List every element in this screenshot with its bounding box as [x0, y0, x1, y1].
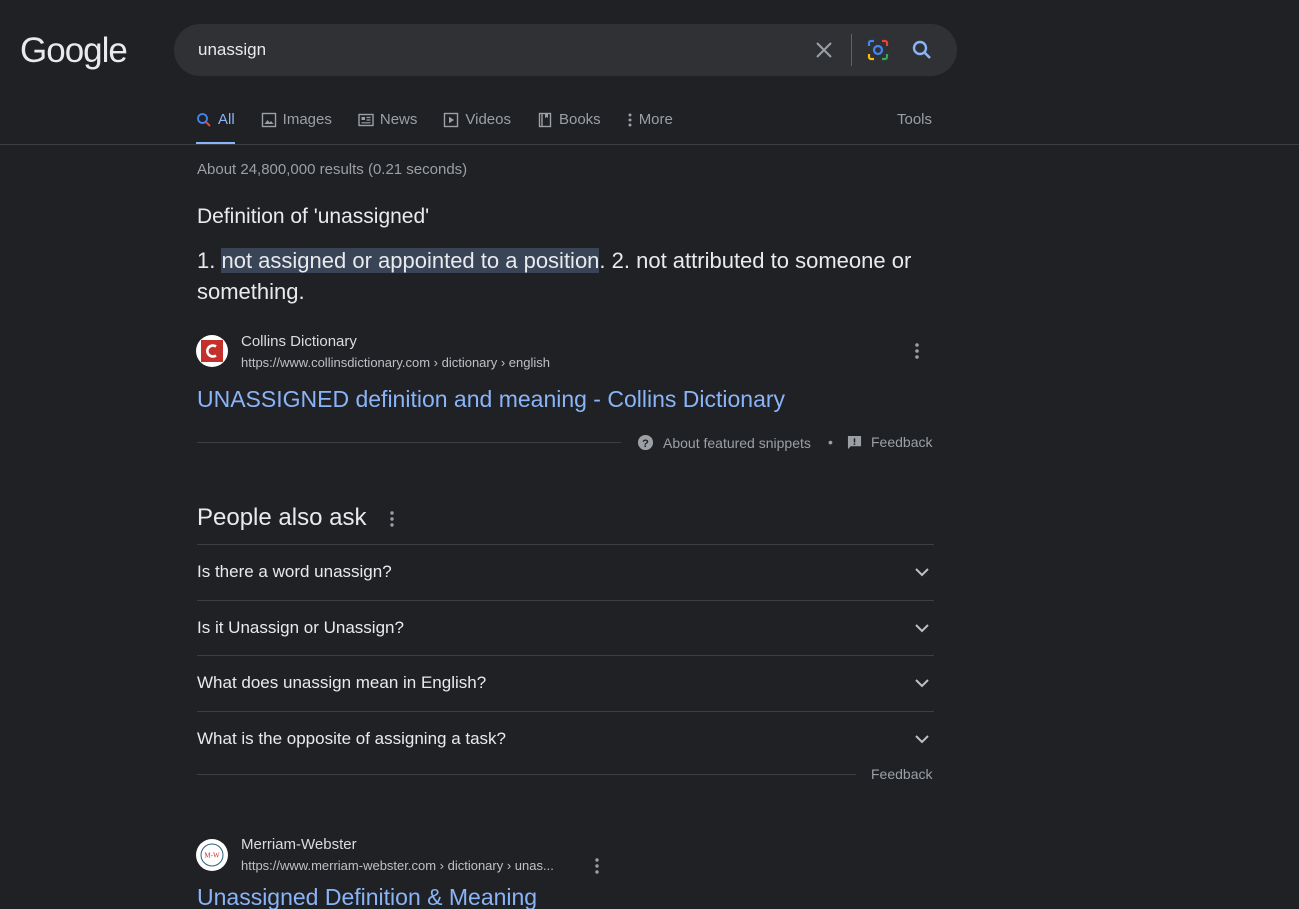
tools-button[interactable]: Tools: [897, 111, 932, 128]
paa-question-text: Is it Unassign or Unassign?: [197, 617, 404, 637]
search-icon: [197, 113, 211, 127]
chevron-down-icon: [915, 624, 929, 633]
more-vert-icon: [628, 113, 632, 127]
paa-question[interactable]: What does unassign mean in English?: [197, 655, 934, 711]
definition-prefix: 1.: [197, 248, 222, 273]
more-vert-icon[interactable]: [384, 509, 400, 529]
paa-feedback-link[interactable]: Feedback: [871, 766, 932, 782]
book-icon: [538, 112, 552, 128]
feedback-icon: [847, 435, 862, 449]
tab-books[interactable]: Books: [537, 105, 601, 145]
people-also-ask-list: Is there a word unassign? Is it Unassign…: [197, 544, 934, 766]
tab-label: Books: [558, 111, 601, 128]
news-icon: [358, 113, 374, 127]
tabs-divider: [0, 144, 1299, 145]
help-icon: ?: [637, 434, 654, 451]
separator-dot: •: [828, 434, 833, 450]
result-title-link[interactable]: UNASSIGNED definition and meaning - Coll…: [197, 386, 785, 413]
collins-logo-icon: [201, 340, 223, 362]
image-icon: [261, 112, 276, 128]
tab-label: Images: [282, 111, 332, 128]
paa-question-text: What does unassign mean in English?: [197, 673, 487, 693]
google-logo[interactable]: Google: [20, 31, 128, 71]
tab-all[interactable]: All: [196, 105, 235, 145]
chevron-down-icon: [915, 568, 929, 577]
snippet-divider: [197, 442, 621, 443]
people-also-ask-title: People also ask: [197, 504, 367, 531]
tab-label: News: [379, 111, 418, 128]
paa-question[interactable]: Is it Unassign or Unassign?: [197, 599, 934, 656]
tab-videos[interactable]: Videos: [443, 105, 511, 145]
feedback-label: Feedback: [871, 434, 933, 450]
search-divider: [851, 34, 852, 66]
tab-label: More: [638, 111, 673, 128]
collins-favicon[interactable]: [196, 335, 228, 367]
result-stats: About 24,800,000 results (0.21 seconds): [197, 161, 468, 178]
svg-text:?: ?: [642, 438, 649, 450]
merriam-webster-logo-icon: M-W: [200, 843, 224, 867]
more-vert-icon[interactable]: [908, 341, 926, 361]
mw-favicon-text: M-W: [204, 852, 220, 860]
search-input[interactable]: unassign: [198, 40, 266, 60]
tab-label: Videos: [465, 111, 511, 128]
more-vert-icon[interactable]: [589, 856, 605, 876]
source-url[interactable]: https://www.merriam-webster.com › dictio…: [241, 858, 554, 873]
paa-question[interactable]: Is there a word unassign?: [197, 544, 934, 600]
source-url[interactable]: https://www.collinsdictionary.com › dict…: [241, 355, 550, 370]
search-tabs: All Images News Videos Books More: [196, 105, 699, 145]
merriam-webster-favicon[interactable]: M-W: [196, 839, 228, 871]
tab-images[interactable]: Images: [261, 105, 332, 145]
result-title-link[interactable]: Unassigned Definition & Meaning: [197, 884, 537, 909]
definition-heading: Definition of 'unassigned': [197, 205, 430, 228]
paa-question-text: Is there a word unassign?: [197, 562, 392, 582]
tab-news[interactable]: News: [358, 105, 418, 145]
chevron-down-icon: [915, 735, 929, 744]
search-icon[interactable]: [910, 38, 934, 62]
feedback-link[interactable]: Feedback: [847, 434, 932, 450]
close-icon[interactable]: [812, 38, 836, 62]
paa-divider: [197, 774, 856, 775]
about-label: About featured snippets: [663, 434, 811, 451]
paa-question-text: What is the opposite of assigning a task…: [197, 728, 507, 748]
lens-icon[interactable]: [866, 38, 890, 62]
source-name[interactable]: Collins Dictionary: [241, 333, 357, 350]
definition-text: 1. not assigned or appointed to a positi…: [197, 245, 937, 307]
source-name[interactable]: Merriam-Webster: [241, 836, 357, 853]
play-icon: [444, 112, 459, 128]
paa-question[interactable]: What is the opposite of assigning a task…: [197, 710, 934, 767]
definition-highlight: not assigned or appointed to a position: [221, 248, 600, 273]
about-featured-snippets-link[interactable]: ? About featured snippets: [637, 434, 811, 451]
tab-label: All: [218, 111, 235, 128]
search-box[interactable]: unassign: [174, 24, 957, 76]
chevron-down-icon: [915, 679, 929, 688]
tab-more[interactable]: More: [627, 105, 673, 145]
